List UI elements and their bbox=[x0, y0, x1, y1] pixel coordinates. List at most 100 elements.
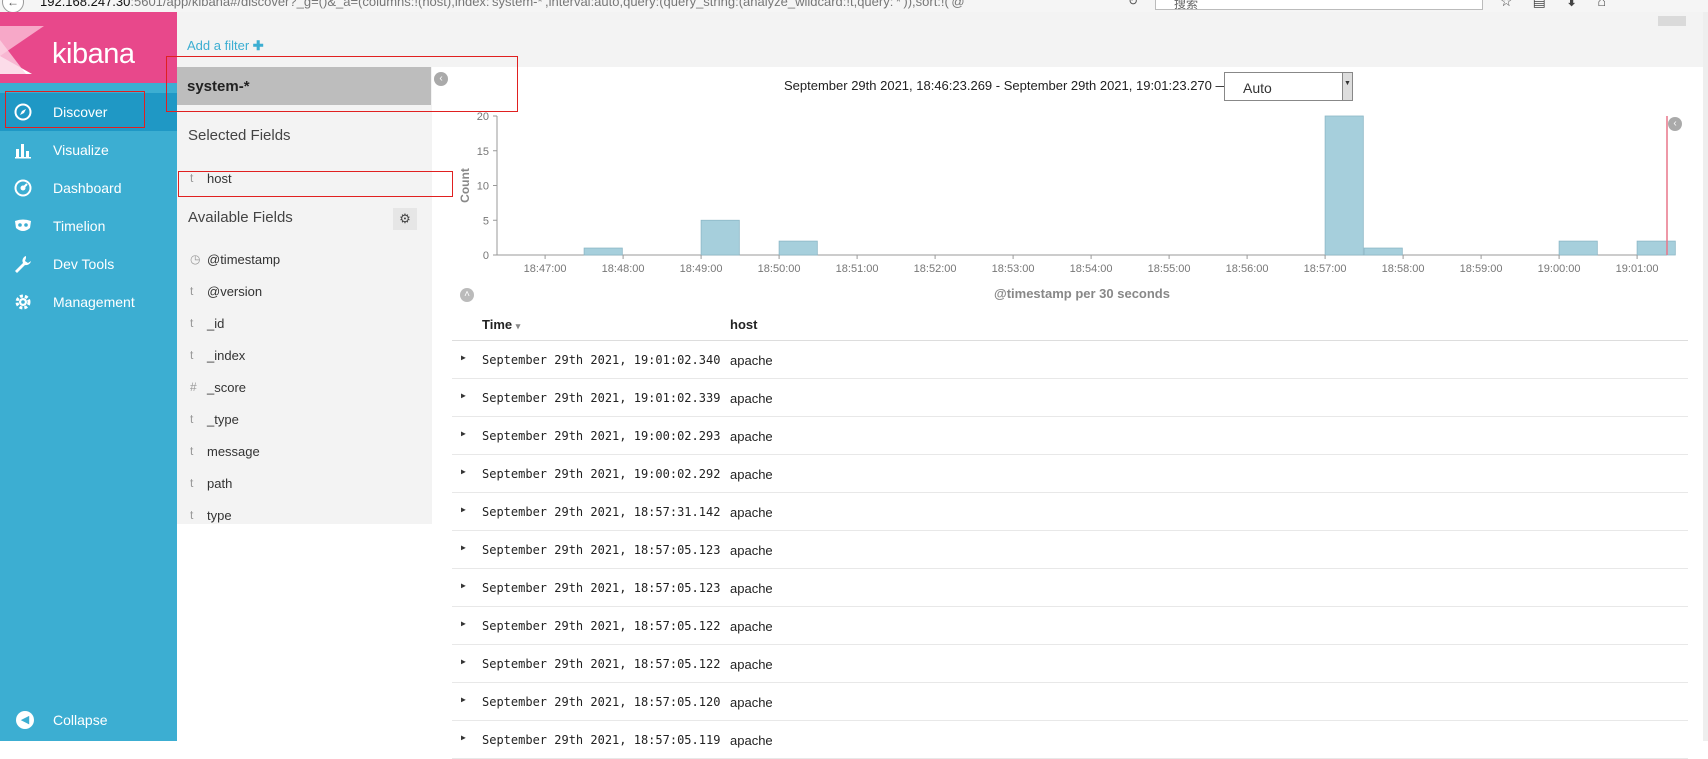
field-item-index[interactable]: t _index bbox=[177, 341, 432, 369]
plus-icon: ✚ bbox=[252, 38, 264, 53]
field-type-icon: t bbox=[190, 348, 194, 362]
time-range-label: September 29th 2021, 18:46:23.269 - Sept… bbox=[784, 78, 1229, 93]
browser-toolbar-icons: ☆▤⬇⌂ bbox=[1500, 0, 1626, 10]
table-row[interactable]: ▶ September 29th 2021, 18:57:05.119 apache bbox=[452, 721, 1688, 759]
sidebar-item-timelion[interactable]: Timelion bbox=[0, 207, 177, 245]
table-row[interactable]: ▶ September 29th 2021, 18:57:05.123 apache bbox=[452, 531, 1688, 569]
sidebar-item-discover[interactable]: Discover bbox=[0, 93, 177, 131]
expand-row-icon[interactable]: ▶ bbox=[461, 543, 466, 552]
row-time: September 29th 2021, 18:57:05.123 bbox=[482, 581, 721, 595]
add-filter-label: Add a filter bbox=[187, 38, 250, 53]
url-host: 192.168.247.30 bbox=[40, 0, 131, 9]
sidebar-item-dev-tools[interactable]: Dev Tools bbox=[0, 245, 177, 283]
field-type-icon: # bbox=[190, 380, 197, 394]
filter-bar bbox=[177, 34, 1703, 67]
browser-search-input[interactable]: 搜索 bbox=[1155, 0, 1483, 10]
table-row[interactable]: ▶ September 29th 2021, 18:57:31.142 apache bbox=[452, 493, 1688, 531]
bar-chart-icon bbox=[14, 141, 32, 159]
expand-row-icon[interactable]: ▶ bbox=[461, 619, 466, 628]
collapse-label: Collapse bbox=[53, 712, 108, 728]
kibana-logo-icon bbox=[0, 26, 44, 74]
sidebar-item-management[interactable]: Management bbox=[0, 283, 177, 321]
expand-row-icon[interactable]: ▶ bbox=[461, 467, 466, 476]
histogram-chart[interactable]: 0 5 10 15 20 18:47:00 18:48:00 18:49:00 18:50:00… bbox=[450, 108, 1685, 308]
collapse-left-icon: ◀ bbox=[16, 711, 34, 729]
index-pattern-selector[interactable]: system-* bbox=[177, 67, 431, 105]
time-column-header[interactable]: Time ▾ bbox=[482, 317, 520, 332]
kibana-logo[interactable]: kibana bbox=[0, 12, 177, 83]
chart-collapse-right-icon[interactable]: ‹ bbox=[1668, 117, 1682, 131]
table-row[interactable]: ▶ September 29th 2021, 19:01:02.340 apache bbox=[452, 341, 1688, 379]
table-row[interactable]: ▶ September 29th 2021, 18:57:05.122 apache bbox=[452, 607, 1688, 645]
host-column-header[interactable]: host bbox=[730, 317, 757, 332]
reader-icon[interactable]: ▤ bbox=[1533, 0, 1566, 9]
y-tick-label: 5 bbox=[483, 215, 489, 227]
field-type-icon: t bbox=[190, 171, 194, 185]
expand-row-icon[interactable]: ▶ bbox=[461, 429, 466, 438]
field-item-version[interactable]: t @version bbox=[177, 277, 432, 305]
download-icon[interactable]: ⬇ bbox=[1566, 0, 1598, 9]
field-item-timestamp[interactable]: ◷ @timestamp bbox=[177, 245, 432, 273]
address-bar[interactable]: 192.168.247.30:5601/app/kibana#/discover… bbox=[40, 0, 1110, 10]
table-row[interactable]: ▶ September 29th 2021, 19:00:02.293 apache bbox=[452, 417, 1688, 455]
x-tick-label: 18:50:00 bbox=[758, 263, 801, 275]
expand-row-icon[interactable]: ▶ bbox=[461, 657, 466, 666]
field-type-icon: t bbox=[190, 412, 194, 426]
field-type-icon: t bbox=[190, 316, 194, 330]
collapse-chart-icon[interactable]: ˄ bbox=[460, 288, 474, 302]
star-icon[interactable]: ☆ bbox=[1500, 0, 1533, 9]
row-host: apache bbox=[730, 467, 773, 482]
expand-row-icon[interactable]: ▶ bbox=[461, 353, 466, 362]
gauge-icon bbox=[14, 179, 32, 197]
table-row[interactable]: ▶ September 29th 2021, 19:01:02.339 apache bbox=[452, 379, 1688, 417]
field-item-message[interactable]: t message bbox=[177, 437, 432, 465]
table-row[interactable]: ▶ September 29th 2021, 18:57:05.122 apache bbox=[452, 645, 1688, 683]
add-filter-link[interactable]: Add a filter ✚ bbox=[187, 38, 264, 54]
url-path: :5601/app/kibana#/discover?_g=()&_a=(col… bbox=[130, 0, 965, 9]
field-item-path[interactable]: t path bbox=[177, 469, 432, 497]
x-tick-label: 18:52:00 bbox=[914, 263, 957, 275]
table-row[interactable]: ▶ September 29th 2021, 18:57:05.120 apache bbox=[452, 683, 1688, 721]
x-tick-label: 19:01:00 bbox=[1616, 263, 1659, 275]
interval-select[interactable]: Auto ▼ bbox=[1224, 72, 1353, 101]
expand-row-icon[interactable]: ▶ bbox=[461, 695, 466, 704]
field-name: path bbox=[207, 476, 233, 491]
field-name: type bbox=[207, 508, 232, 523]
x-tick-label: 18:47:00 bbox=[524, 263, 567, 275]
expand-row-icon[interactable]: ▶ bbox=[461, 505, 466, 514]
field-name: _index bbox=[207, 348, 246, 363]
field-item-type[interactable]: t _type bbox=[177, 405, 432, 433]
x-tick-label: 18:59:00 bbox=[1460, 263, 1503, 275]
x-tick-label: 18:55:00 bbox=[1148, 263, 1191, 275]
table-row[interactable]: ▶ September 29th 2021, 18:57:05.123 apache bbox=[452, 569, 1688, 607]
page-scrollbar[interactable] bbox=[1703, 12, 1708, 741]
field-item-type[interactable]: t type bbox=[177, 501, 432, 529]
reload-icon[interactable]: ↻ bbox=[1128, 0, 1138, 8]
expand-row-icon[interactable]: ▶ bbox=[461, 581, 466, 590]
x-tick-label: 18:51:00 bbox=[836, 263, 879, 275]
field-item-score[interactable]: # _score bbox=[177, 373, 432, 401]
y-tick-label: 10 bbox=[477, 181, 489, 193]
field-item-host[interactable]: t host bbox=[177, 164, 432, 192]
sidebar-item-label: Dev Tools bbox=[53, 256, 115, 272]
home-icon[interactable]: ⌂ bbox=[1598, 0, 1626, 9]
y-tick-label: 0 bbox=[483, 250, 489, 262]
row-host: apache bbox=[730, 391, 773, 406]
field-item-id[interactable]: t _id bbox=[177, 309, 432, 337]
row-time: September 29th 2021, 18:57:05.123 bbox=[482, 543, 721, 557]
field-name: _type bbox=[207, 412, 239, 427]
collapse-sidebar-icon[interactable]: ‹ bbox=[434, 72, 448, 86]
sidebar-item-visualize[interactable]: Visualize bbox=[0, 131, 177, 169]
y-tick-label: 15 bbox=[477, 146, 489, 158]
field-type-icon: ◷ bbox=[190, 252, 201, 266]
top-scroll-indicator bbox=[1658, 16, 1686, 26]
field-type-icon: t bbox=[190, 476, 194, 490]
sidebar-collapse-button[interactable]: ◀ Collapse bbox=[0, 701, 177, 739]
sidebar-item-dashboard[interactable]: Dashboard bbox=[0, 169, 177, 207]
table-row[interactable]: ▶ September 29th 2021, 19:00:02.292 apache bbox=[452, 455, 1688, 493]
row-time: September 29th 2021, 19:00:02.292 bbox=[482, 467, 721, 481]
row-host: apache bbox=[730, 695, 773, 710]
row-time: September 29th 2021, 18:57:05.120 bbox=[482, 695, 721, 709]
expand-row-icon[interactable]: ▶ bbox=[461, 391, 466, 400]
field-settings-gear-icon[interactable]: ⚙ bbox=[393, 208, 417, 230]
